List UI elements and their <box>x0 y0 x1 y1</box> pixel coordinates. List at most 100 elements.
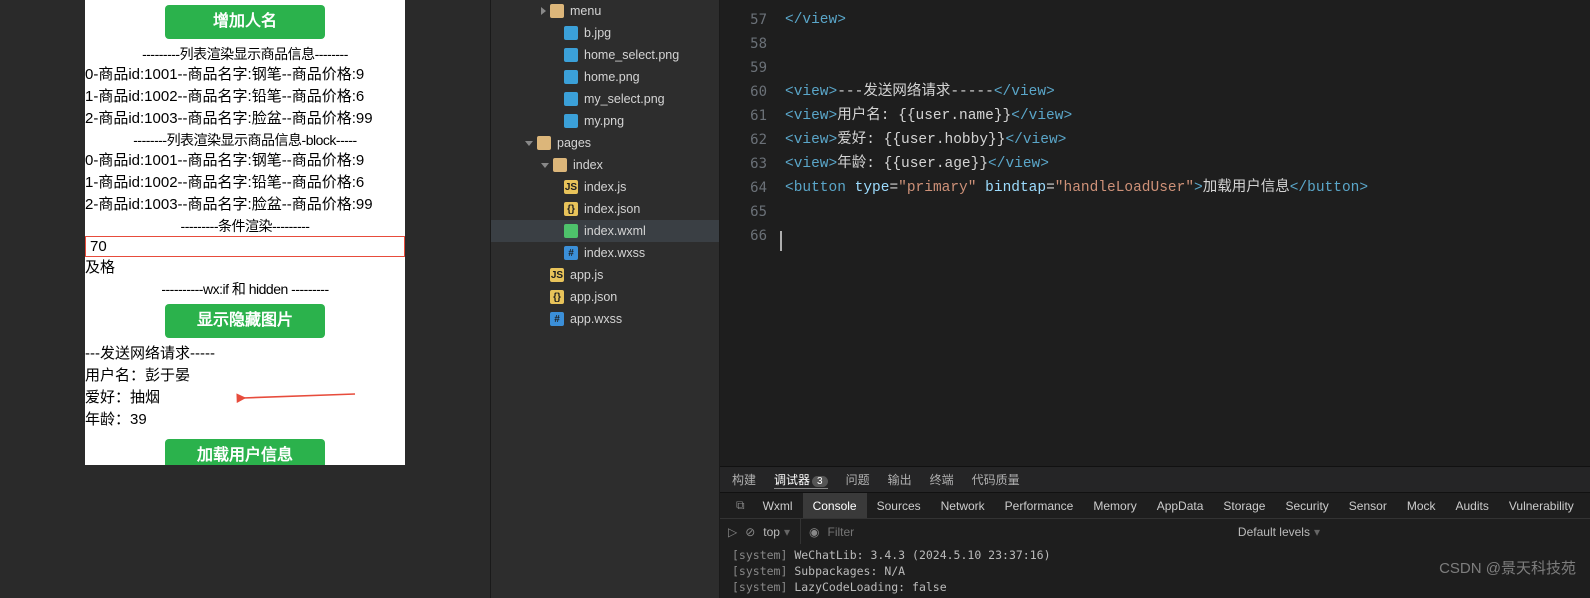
devtab-vulnerability[interactable]: Vulnerability <box>1499 493 1584 519</box>
filter-input[interactable] <box>828 525 1068 539</box>
tab-debugger[interactable]: 调试器3 <box>774 471 828 489</box>
tree-item-index-wxss[interactable]: # index.wxss <box>491 242 719 264</box>
toggle-image-button[interactable]: 显示隐藏图片 <box>165 304 325 338</box>
code-line[interactable] <box>785 32 1368 56</box>
grade-text: 及格 <box>85 257 405 279</box>
tree-item-menu[interactable]: menu <box>491 0 719 22</box>
tree-item-label: b.jpg <box>584 26 611 40</box>
context-select[interactable]: top▾ <box>763 519 801 544</box>
age-row: 年龄：39 <box>85 409 405 431</box>
chevron-down-icon <box>525 141 533 146</box>
score-input[interactable]: 70 <box>85 236 405 257</box>
console-line: [system] LazyCodeLoading: false <box>732 579 1578 595</box>
devtab-mock[interactable]: Mock <box>1397 493 1446 519</box>
devtab-memory[interactable]: Memory <box>1083 493 1146 519</box>
devtab-appdata[interactable]: AppData <box>1147 493 1214 519</box>
devtab-storage[interactable]: Storage <box>1213 493 1275 519</box>
devtools-tabs[interactable]: ⧉ WxmlConsoleSourcesNetworkPerformanceMe… <box>720 492 1590 518</box>
tree-item-label: index.wxss <box>584 246 645 260</box>
devtab-console[interactable]: Console <box>803 493 867 519</box>
code-line[interactable]: <view>用户名: {{user.name}}</view> <box>785 104 1368 128</box>
list-item: 2-商品id:1003--商品名字:脸盆--商品价格:99 <box>85 194 405 216</box>
code-line[interactable] <box>785 200 1368 224</box>
tree-item-b-jpg[interactable]: b.jpg <box>491 22 719 44</box>
code-line[interactable]: <button type="primary" bindtap="handleLo… <box>785 176 1368 200</box>
tree-item-app-json[interactable]: {} app.json <box>491 286 719 308</box>
tree-item-app-wxss[interactable]: #app.wxss <box>491 308 719 330</box>
tree-item-app-js[interactable]: JSapp.js <box>491 264 719 286</box>
tree-item-home_select-png[interactable]: home_select.png <box>491 44 719 66</box>
load-user-button[interactable]: 加载用户信息 <box>165 439 325 465</box>
tree-item-index[interactable]: index <box>491 154 719 176</box>
tab-problems[interactable]: 问题 <box>846 471 870 488</box>
cursor-icon <box>780 231 782 251</box>
devtab-sources[interactable]: Sources <box>867 493 931 519</box>
code-line[interactable]: <view>年龄: {{user.age}}</view> <box>785 152 1368 176</box>
devtab-wxml[interactable]: Wxml <box>753 493 803 519</box>
chevron-down-icon <box>541 163 549 168</box>
inspect-icon[interactable]: ⧉ <box>728 498 753 513</box>
devtools-subtabs[interactable]: 构建 调试器3 问题 输出 终端 代码质量 <box>720 466 1590 492</box>
js-icon: JS <box>550 268 564 282</box>
list-item: 0-商品id:1001--商品名字:钢笔--商品价格:9 <box>85 64 405 86</box>
line-gutter: 57585960616263646566 <box>720 8 785 466</box>
hobby-row: 爱好：抽烟 <box>85 387 405 409</box>
tree-item-my-png[interactable]: my.png <box>491 110 719 132</box>
devtab-sensor[interactable]: Sensor <box>1339 493 1397 519</box>
devtab-network[interactable]: Network <box>931 493 995 519</box>
simulator-panel: 增加人名 ---------列表渲染显示商品信息-------- 0-商品id:… <box>0 0 490 598</box>
tab-output[interactable]: 输出 <box>888 471 912 488</box>
tree-item-label: index.js <box>584 180 626 194</box>
tree-item-label: index.json <box>584 202 640 216</box>
img-icon <box>564 92 578 106</box>
img-icon <box>564 70 578 84</box>
tree-item-pages[interactable]: pages <box>491 132 719 154</box>
play-icon[interactable]: ▷ <box>728 525 737 539</box>
tree-item-label: index.wxml <box>584 224 646 238</box>
list-item: 1-商品id:1002--商品名字:铅笔--商品价格:6 <box>85 172 405 194</box>
editor-panel: 57585960616263646566 </view> <view>---发送… <box>720 0 1590 598</box>
tab-terminal[interactable]: 终端 <box>930 471 954 488</box>
js-icon: JS <box>564 180 578 194</box>
devtab-audits[interactable]: Audits <box>1446 493 1499 519</box>
tab-quality[interactable]: 代码质量 <box>972 471 1020 488</box>
code-line[interactable]: <view>爱好: {{user.hobby}}</view> <box>785 128 1368 152</box>
tree-item-label: my_select.png <box>584 92 665 106</box>
tab-build[interactable]: 构建 <box>732 471 756 488</box>
code-line[interactable]: </view> <box>785 8 1368 32</box>
json-icon: {} <box>550 290 564 304</box>
tree-item-my_select-png[interactable]: my_select.png <box>491 88 719 110</box>
clear-icon[interactable]: ⊘ <box>745 525 755 539</box>
devtab-performance[interactable]: Performance <box>995 493 1084 519</box>
code-editor[interactable]: 57585960616263646566 </view> <view>---发送… <box>720 0 1590 466</box>
tree-item-index-wxml[interactable]: index.wxml <box>491 220 719 242</box>
add-name-button[interactable]: 增加人名 <box>165 5 325 39</box>
eye-icon[interactable]: ◉ <box>809 525 819 539</box>
list-item: 2-商品id:1003--商品名字:脸盆--商品价格:99 <box>85 108 405 130</box>
tree-item-label: my.png <box>584 114 624 128</box>
tree-item-label: app.wxss <box>570 312 622 326</box>
img-icon <box>564 26 578 40</box>
tree-item-index-js[interactable]: JS index.js <box>491 176 719 198</box>
divider-wxif: ----------wx:if 和 hidden --------- <box>85 279 405 299</box>
code-line[interactable]: <view>---发送网络请求-----</view> <box>785 80 1368 104</box>
chevron-right-icon <box>541 7 546 15</box>
tree-item-label: home_select.png <box>584 48 679 62</box>
code-content[interactable]: </view> <view>---发送网络请求-----</view><view… <box>785 8 1368 466</box>
list-item: 0-商品id:1001--商品名字:钢笔--商品价格:9 <box>85 150 405 172</box>
tree-item-index-json[interactable]: {}index.json <box>491 198 719 220</box>
list-item: 1-商品id:1002--商品名字:铅笔--商品价格:6 <box>85 86 405 108</box>
console-filter-bar[interactable]: ▷ ⊘ top▾ ◉ Default levels▾ <box>720 518 1590 544</box>
tree-item-label: app.json <box>570 290 617 304</box>
code-line[interactable] <box>785 56 1368 80</box>
devtab-security[interactable]: Security <box>1275 493 1338 519</box>
file-explorer[interactable]: menu b.jpg home_select.png home.png my_selec… <box>490 0 720 598</box>
tree-item-label: index <box>573 158 603 172</box>
tree-item-label: home.png <box>584 70 640 84</box>
code-line[interactable] <box>785 224 1368 248</box>
wxml-icon <box>564 224 578 238</box>
divider-block: --------列表渲染显示商品信息-block----- <box>85 130 405 150</box>
tree-item-home-png[interactable]: home.png <box>491 66 719 88</box>
wxss-icon: # <box>564 246 578 260</box>
levels-select[interactable]: Default levels▾ <box>1238 519 1330 544</box>
